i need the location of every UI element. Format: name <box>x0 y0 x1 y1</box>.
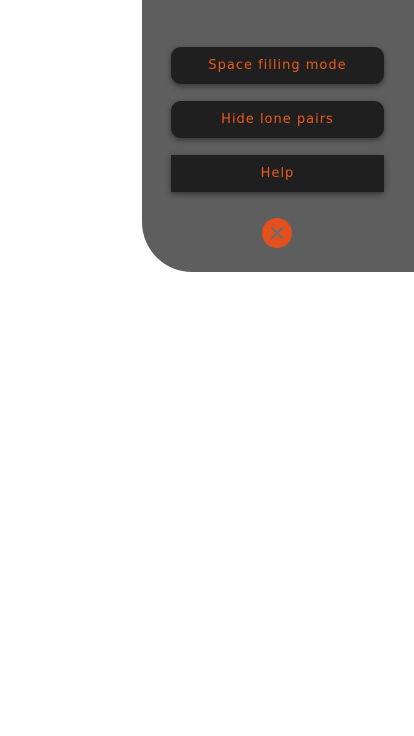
close-button[interactable] <box>262 218 292 248</box>
hide-lone-pairs-button[interactable]: Hide lone pairs <box>171 101 384 138</box>
help-button[interactable]: Help <box>171 155 384 192</box>
menu-panel: Space filling mode Hide lone pairs Help <box>142 0 414 272</box>
close-icon <box>270 226 284 240</box>
space-filling-mode-button[interactable]: Space filling mode <box>171 47 384 84</box>
